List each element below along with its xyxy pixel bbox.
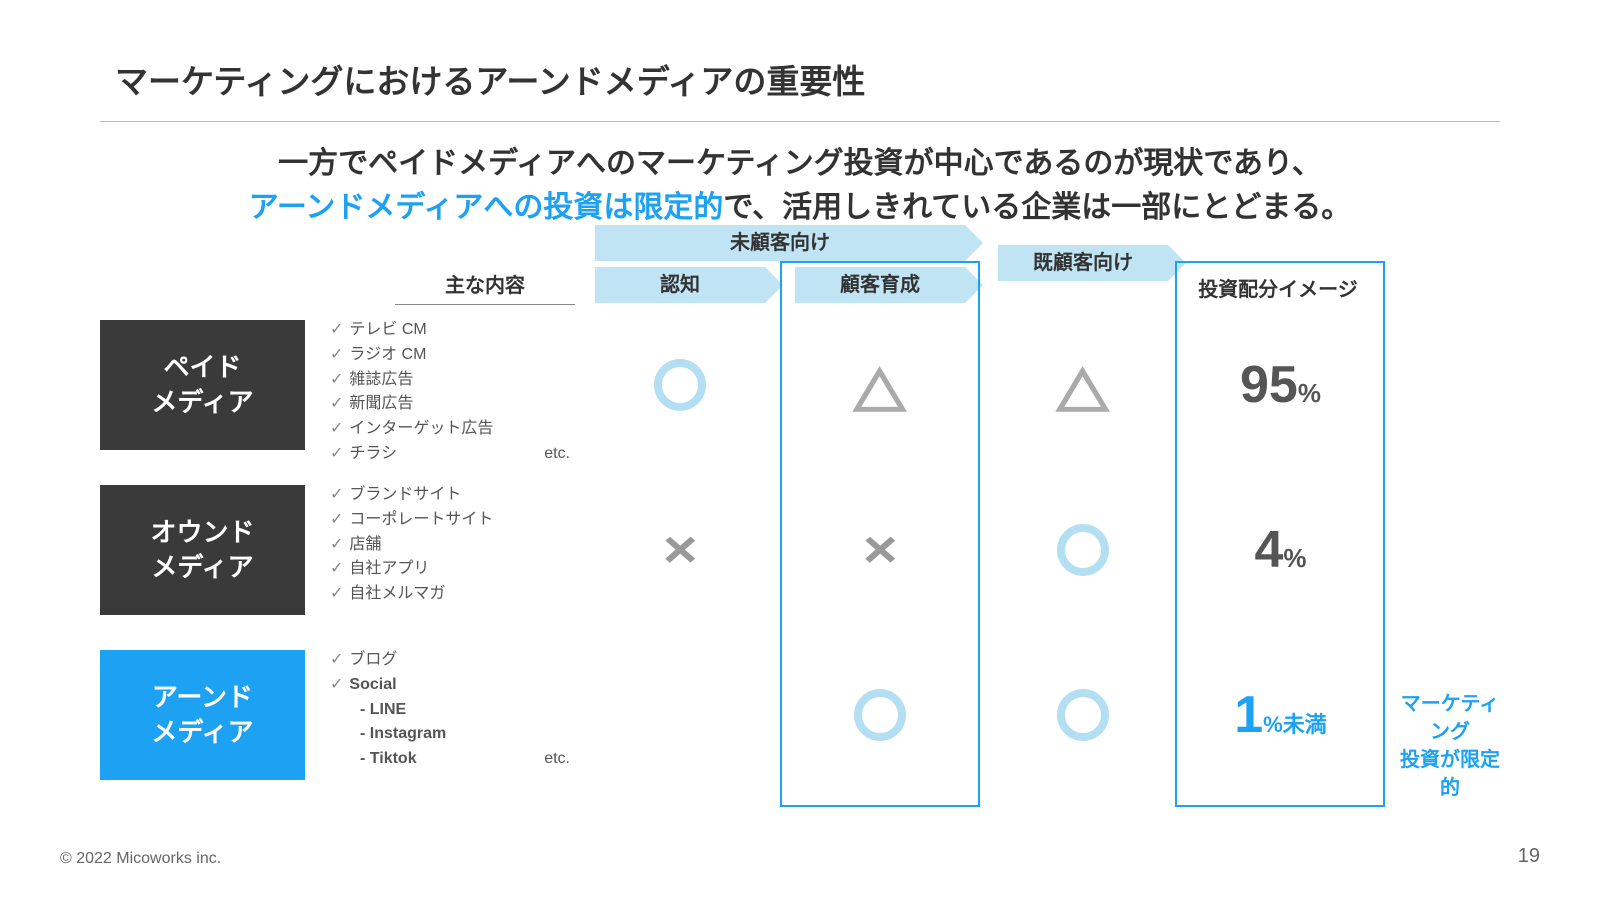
sub-item: - LINE bbox=[360, 698, 580, 723]
cell-owned-invest: 4% bbox=[1183, 475, 1378, 625]
banner-existing: 既顧客向け bbox=[998, 245, 1168, 281]
subtitle-line2-blue: アーンドメディアへの投資は限定的 bbox=[249, 191, 724, 224]
page-title: マーケティングにおけるアーンドメディアの重要性 bbox=[100, 55, 1500, 103]
subtitle-line1: 一方でペイドメディアへのマーケティング投資が中心であるのが現状であり、 bbox=[278, 147, 1322, 180]
banner-prospect: 未顧客向け bbox=[595, 225, 965, 261]
item: コーポレートサイト bbox=[330, 508, 580, 533]
cell-earned-existing bbox=[998, 640, 1168, 790]
circle-icon bbox=[654, 359, 706, 411]
pct-suffix: %未満 bbox=[1263, 712, 1327, 737]
col-header-invest: 投資配分イメージ bbox=[1183, 273, 1373, 302]
col-header-content: 主な内容 bbox=[395, 269, 575, 305]
item: ブランドサイト bbox=[330, 483, 580, 508]
banner-nurturing: 顧客育成 bbox=[795, 267, 965, 303]
copyright: © 2022 Micoworks inc. bbox=[60, 850, 221, 868]
page-number: 19 bbox=[1518, 845, 1540, 868]
cell-paid-nurturing: △ bbox=[795, 310, 965, 460]
etc: etc. bbox=[544, 747, 570, 772]
cell-earned-awareness bbox=[595, 640, 765, 790]
pct-value: 1 bbox=[1234, 686, 1263, 744]
item: ラジオ CM bbox=[330, 343, 580, 368]
sub-item: - Instagram bbox=[360, 722, 580, 747]
divider bbox=[100, 121, 1500, 122]
item: インターゲット広告 bbox=[330, 417, 580, 442]
circle-icon bbox=[1057, 689, 1109, 741]
item: ブログ bbox=[330, 648, 580, 673]
cell-paid-awareness bbox=[595, 310, 765, 460]
cell-paid-invest: 95% bbox=[1183, 310, 1378, 460]
pct-suffix: % bbox=[1283, 543, 1306, 573]
triangle-icon: △ bbox=[854, 357, 906, 413]
item: 店舗 bbox=[330, 533, 580, 558]
item: 新聞広告 bbox=[330, 392, 580, 417]
triangle-icon: △ bbox=[1057, 357, 1109, 413]
cell-owned-existing bbox=[998, 475, 1168, 625]
pct-suffix: % bbox=[1298, 378, 1321, 408]
item: チラシ bbox=[330, 442, 580, 467]
cell-earned-invest: 1%未満 bbox=[1183, 640, 1378, 790]
item: 自社アプリ bbox=[330, 557, 580, 582]
row-paid: ペイドメディア テレビ CM ラジオ CM 雑誌広告 新聞広告 インターゲット広… bbox=[100, 310, 1500, 460]
banner-awareness: 認知 bbox=[595, 267, 765, 303]
pct-value: 95 bbox=[1240, 356, 1298, 414]
x-icon: × bbox=[663, 520, 698, 580]
media-label-owned: オウンドメディア bbox=[100, 485, 305, 615]
details-paid: テレビ CM ラジオ CM 雑誌広告 新聞広告 インターゲット広告 チラシ et… bbox=[330, 318, 580, 467]
side-note: マーケティング投資が限定的 bbox=[1400, 690, 1500, 802]
item: テレビ CM bbox=[330, 318, 580, 343]
details-owned: ブランドサイト コーポレートサイト 店舗 自社アプリ 自社メルマガ bbox=[330, 483, 580, 607]
circle-icon bbox=[854, 689, 906, 741]
circle-icon bbox=[1057, 524, 1109, 576]
media-label-paid: ペイドメディア bbox=[100, 320, 305, 450]
item: 自社メルマガ bbox=[330, 582, 580, 607]
etc: etc. bbox=[544, 442, 570, 467]
subtitle: 一方でペイドメディアへのマーケティング投資が中心であるのが現状であり、 アーンド… bbox=[100, 142, 1500, 229]
row-owned: オウンドメディア ブランドサイト コーポレートサイト 店舗 自社アプリ 自社メル… bbox=[100, 475, 1500, 625]
media-label-earned: アーンドメディア bbox=[100, 650, 305, 780]
cell-owned-awareness: × bbox=[595, 475, 765, 625]
cell-earned-nurturing bbox=[795, 640, 965, 790]
details-earned: ブログ Social - LINE - Instagram - Tiktok e… bbox=[330, 648, 580, 772]
subtitle-line2-black: で、活用しきれている企業は一部にとどまる。 bbox=[723, 191, 1351, 224]
cell-paid-existing: △ bbox=[998, 310, 1168, 460]
item: 雑誌広告 bbox=[330, 368, 580, 393]
x-icon: × bbox=[863, 520, 898, 580]
pct-value: 4 bbox=[1254, 521, 1283, 579]
item: Social bbox=[330, 673, 580, 698]
row-earned: アーンドメディア ブログ Social - LINE - Instagram -… bbox=[100, 640, 1500, 790]
cell-owned-nurturing: × bbox=[795, 475, 965, 625]
